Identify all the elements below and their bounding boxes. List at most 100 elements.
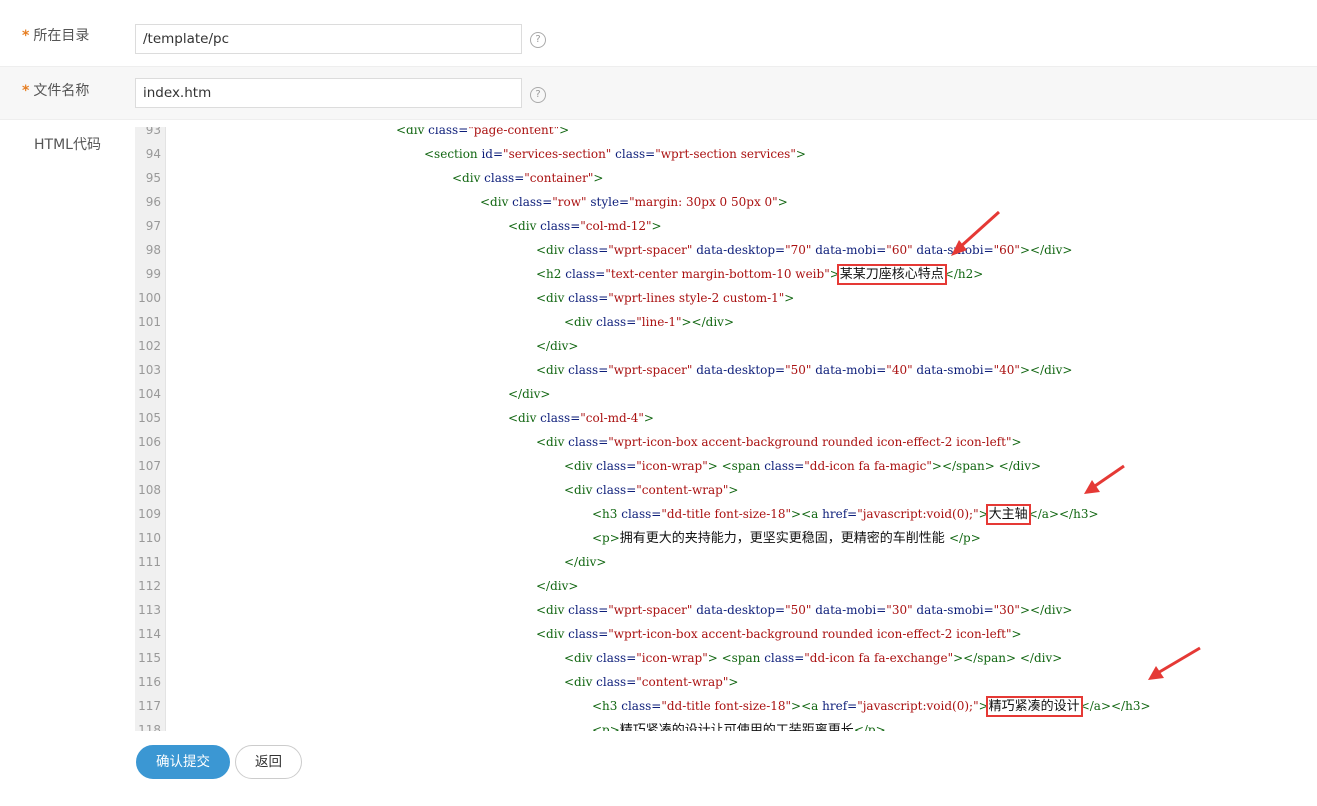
line-number: 99 [145,267,161,281]
code-line: 95 <div class="container"> [135,166,1317,190]
code-token: "dd-title font-size-18" [661,699,792,713]
help-icon[interactable]: ? [530,87,546,103]
code-token: class= [596,675,637,689]
code-token: class= [568,363,609,377]
code-token: <p> [592,723,620,731]
code-token: class= [484,171,525,185]
code-token: data-mobi= [811,243,887,257]
code-token: 精巧紧凑的设计让可使用的工装距离更长 [619,723,854,731]
filename-label-text: 文件名称 [33,83,90,99]
code-token: </p> [948,531,981,545]
back-button[interactable]: 返回 [235,745,302,779]
line-number: 108 [138,483,161,497]
submit-button[interactable]: 确认提交 [136,745,230,779]
code-line: 112 </div> [135,574,1317,598]
code-token: data-mobi= [811,603,887,617]
code-token: > [829,267,840,281]
line-number: 94 [145,147,161,161]
code-text: <div class="wprt-icon-box accent-backgro… [536,430,1022,454]
code-line: 103 <div class="wprt-spacer" data-desktop… [135,358,1317,382]
highlighted-text: 大主轴 [985,504,1031,525]
code-token: "wprt-spacer" [608,603,693,617]
code-token: <div [564,651,597,665]
code-line: 113 <div class="wprt-spacer" data-desktop… [135,598,1317,622]
filename-input[interactable] [135,78,522,108]
code-text: </div> [564,550,606,574]
line-number: 116 [138,675,161,689]
code-token: "content-wrap" [636,675,729,689]
code-token: "margin: 30px 0 50px 0" [629,195,778,209]
line-number: 113 [138,603,161,617]
code-text: <div class="wprt-lines style-2 custom-1"… [536,286,794,310]
code-line: 110 <p>拥有更大的夹持能力，更坚实更稳固，更精密的车削性能 </p> [135,526,1317,550]
code-line: 118 <p>精巧紧凑的设计让可使用的工装距离更长</p> [135,718,1317,731]
code-token: "30" [886,603,913,617]
code-token: "60" [886,243,913,257]
code-token: "line-1" [636,315,682,329]
code-token: class= [568,627,609,641]
code-text: <div class="container"> [452,166,603,190]
code-token: class= [596,483,637,497]
code-token: </div> [564,555,607,569]
code-text: <div class="icon-wrap"> <span class="dd-… [564,454,1041,478]
code-text: </div> [536,334,578,358]
code-token: class= [611,147,656,161]
code-token: <p> [592,531,620,545]
code-token: "dd-icon fa fa-magic" [804,459,932,473]
code-editor[interactable]: 93 <div class="page-content"> 94 <section i… [135,127,1317,731]
code-token: "icon-wrap" [636,459,708,473]
line-number: 95 [145,171,161,185]
code-text: <h3 class="dd-title font-size-18"><a hre… [592,502,1099,527]
code-line: 99 <h2 class="text-center margin-bottom-1… [135,262,1317,286]
code-token: <div [564,483,597,497]
help-icon[interactable]: ? [530,32,546,48]
code-token: "dd-icon fa fa-exchange" [804,651,954,665]
red-arrow-icon [951,210,1001,256]
filename-label: * 文件名称 [22,81,89,101]
code-text: </div> [536,574,578,598]
line-number: 105 [138,411,161,425]
red-arrow-icon [1148,646,1201,680]
code-line: 96 <div class="row" style="margin: 30px 0… [135,190,1317,214]
code-token: <h2 [536,267,566,281]
code-token: class= [568,603,609,617]
code-token: class= [621,507,662,521]
code-token: "wprt-spacer" [608,363,693,377]
code-line: 106 <div class="wprt-icon-box accent-back… [135,430,1317,454]
code-text: <p>拥有更大的夹持能力，更坚实更稳固，更精密的车削性能 </p> [592,526,981,551]
line-number: 103 [138,363,161,377]
code-token: "dd-title font-size-18" [661,507,792,521]
code-token: > [651,219,662,233]
code-token: class= [540,411,581,425]
code-line: 111 </div> [135,550,1317,574]
code-token: "30" [993,603,1020,617]
code-token: <section [424,147,482,161]
code-token: "40" [886,363,913,377]
code-token: "50" [785,603,812,617]
code-token: <div [536,363,569,377]
line-number: 114 [138,627,161,641]
code-token: <div [396,127,429,137]
code-token: style= [586,195,630,209]
code-text: <div class="wprt-spacer" data-desktop="5… [536,598,1072,622]
code-line: 102 </div> [135,334,1317,358]
code-token: "wprt-section services" [655,147,796,161]
code-token: class= [568,243,609,257]
code-token: </div> [508,387,551,401]
code-token: data-smobi= [912,363,994,377]
code-token: </p> [853,723,886,731]
line-number: 107 [138,459,161,473]
code-token: class= [621,699,662,713]
code-text: <p>精巧紧凑的设计让可使用的工装距离更长</p> [592,718,886,731]
code-token: 拥有更大的夹持能力，更坚实更稳固，更精密的车削性能 [619,531,949,546]
code-token: "page-content" [468,127,560,137]
code-token: data-smobi= [912,603,994,617]
code-token: "wprt-lines style-2 custom-1" [608,291,785,305]
code-token: class= [764,651,805,665]
code-token: <div [536,291,569,305]
code-token: "content-wrap" [636,483,729,497]
directory-label: * 所在目录 [22,26,89,46]
directory-input[interactable] [135,24,522,54]
code-token: ></div> [1019,603,1073,617]
code-line: 101 <div class="line-1"></div> [135,310,1317,334]
